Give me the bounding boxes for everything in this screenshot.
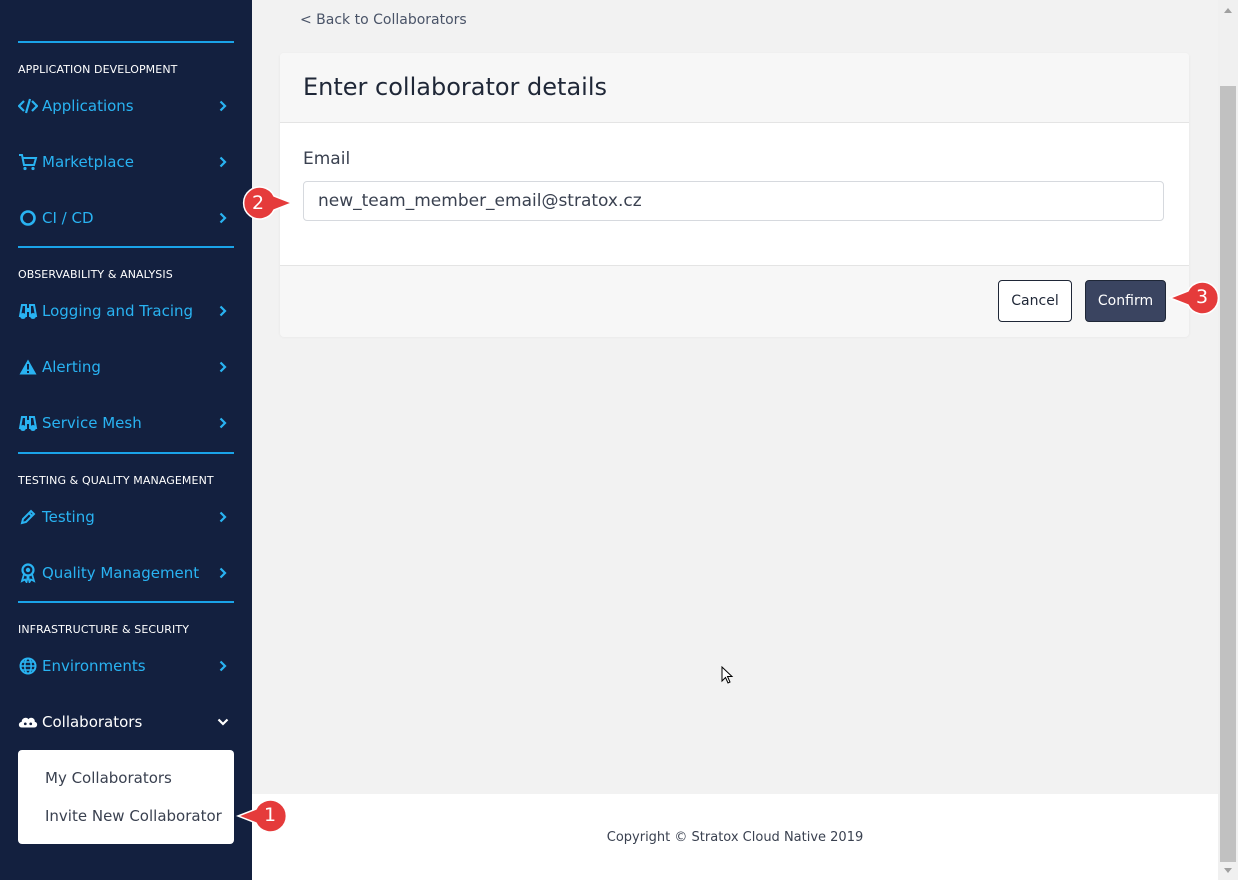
- cancel-button[interactable]: Cancel: [998, 280, 1072, 322]
- email-label: Email: [303, 149, 351, 169]
- submenu-item-invite-new-collaborator[interactable]: Invite New Collaborator: [45, 807, 222, 825]
- card-title: Enter collaborator details: [303, 73, 608, 101]
- sidebar-item-label: Applications: [42, 97, 134, 115]
- sidebar-item-label: Marketplace: [42, 153, 134, 171]
- page-footer: Copyright © Stratox Cloud Native 2019: [252, 794, 1218, 880]
- sidebar-divider: [18, 601, 234, 603]
- chevron-right-icon: [216, 211, 230, 225]
- mouse-cursor-icon: [721, 665, 735, 686]
- callout-marker-2: 2: [236, 184, 295, 222]
- chevron-right-icon: [216, 566, 230, 580]
- sidebar-item-label: Collaborators: [42, 713, 143, 731]
- chevron-right-icon: [216, 99, 230, 113]
- sidebar-item-label: Environments: [42, 657, 146, 675]
- sidebar-item-alerting[interactable]: Alerting: [18, 349, 234, 385]
- sidebar-item-label: Logging and Tracing: [42, 302, 194, 320]
- card-footer: Cancel Confirm: [280, 265, 1189, 337]
- award-icon: [18, 563, 38, 583]
- scroll-thumb[interactable]: [1220, 86, 1236, 862]
- card-header: Enter collaborator details: [280, 53, 1189, 123]
- copyright-text: Copyright © Stratox Cloud Native 2019: [606, 830, 864, 845]
- sidebar-item-label: Testing: [42, 508, 95, 526]
- sidebar-item-applications[interactable]: Applications: [18, 88, 234, 124]
- binoculars-icon: [18, 301, 38, 321]
- sidebar-item-service-mesh[interactable]: Service Mesh: [18, 405, 234, 441]
- sidebar-divider: [18, 246, 234, 248]
- sidebar-item-environments[interactable]: Environments: [18, 648, 234, 684]
- code-icon: [18, 96, 38, 116]
- pencil-icon: [18, 507, 38, 527]
- email-field[interactable]: [303, 181, 1164, 221]
- chevron-right-icon: [216, 304, 230, 318]
- sidebar-divider: [18, 41, 234, 43]
- chevron-right-icon: [216, 659, 230, 673]
- submenu-item-my-collaborators[interactable]: My Collaborators: [45, 769, 172, 787]
- sidebar-item-cicd[interactable]: CI / CD: [18, 200, 234, 236]
- binoculars-icon: [18, 413, 38, 433]
- sidebar-item-label: CI / CD: [42, 209, 94, 227]
- scrollbar[interactable]: [1218, 0, 1238, 880]
- callout-number: 1: [264, 804, 277, 826]
- chevron-right-icon: [216, 416, 230, 430]
- sidebar-item-label: Service Mesh: [42, 414, 142, 432]
- sidebar-item-testing[interactable]: Testing: [18, 499, 234, 535]
- sidebar: APPLICATION DEVELOPMENT Applications Mar…: [0, 0, 252, 880]
- sidebar-item-label: Alerting: [42, 358, 101, 376]
- callout-number: 3: [1196, 286, 1209, 308]
- sidebar-divider: [18, 452, 234, 454]
- sidebar-item-marketplace[interactable]: Marketplace: [18, 144, 234, 180]
- chevron-right-icon: [216, 360, 230, 374]
- circle-icon: [18, 208, 38, 228]
- globe-icon: [18, 656, 38, 676]
- sidebar-item-logging[interactable]: Logging and Tracing: [18, 293, 234, 329]
- chevron-right-icon: [216, 510, 230, 524]
- scroll-up-arrow-icon[interactable]: [1218, 0, 1238, 20]
- warning-icon: [18, 357, 38, 377]
- users-cloud-icon: [18, 712, 38, 732]
- sidebar-item-label: Quality Management: [42, 564, 200, 582]
- chevron-down-icon: [216, 715, 230, 729]
- back-to-collaborators-link[interactable]: < Back to Collaborators: [300, 12, 467, 28]
- sidebar-item-collaborators[interactable]: Collaborators: [18, 704, 234, 740]
- section-title-observability: OBSERVABILITY & ANALYSIS: [18, 268, 173, 281]
- section-title-testing: TESTING & QUALITY MANAGEMENT: [18, 474, 214, 487]
- callout-marker-1: 1: [235, 797, 292, 835]
- chevron-right-icon: [216, 155, 230, 169]
- cart-icon: [18, 152, 38, 172]
- callout-marker-3: 3: [1167, 279, 1224, 317]
- scroll-down-arrow-icon[interactable]: [1218, 860, 1238, 880]
- callout-number: 2: [252, 192, 265, 214]
- collaborators-submenu: My Collaborators Invite New Collaborator: [18, 750, 234, 844]
- sidebar-item-quality[interactable]: Quality Management: [18, 555, 234, 591]
- confirm-button[interactable]: Confirm: [1085, 280, 1166, 322]
- section-title-app-dev: APPLICATION DEVELOPMENT: [18, 63, 178, 76]
- section-title-infrastructure: INFRASTRUCTURE & SECURITY: [18, 623, 190, 636]
- collaborator-details-card: Enter collaborator details Email Cancel …: [280, 53, 1189, 337]
